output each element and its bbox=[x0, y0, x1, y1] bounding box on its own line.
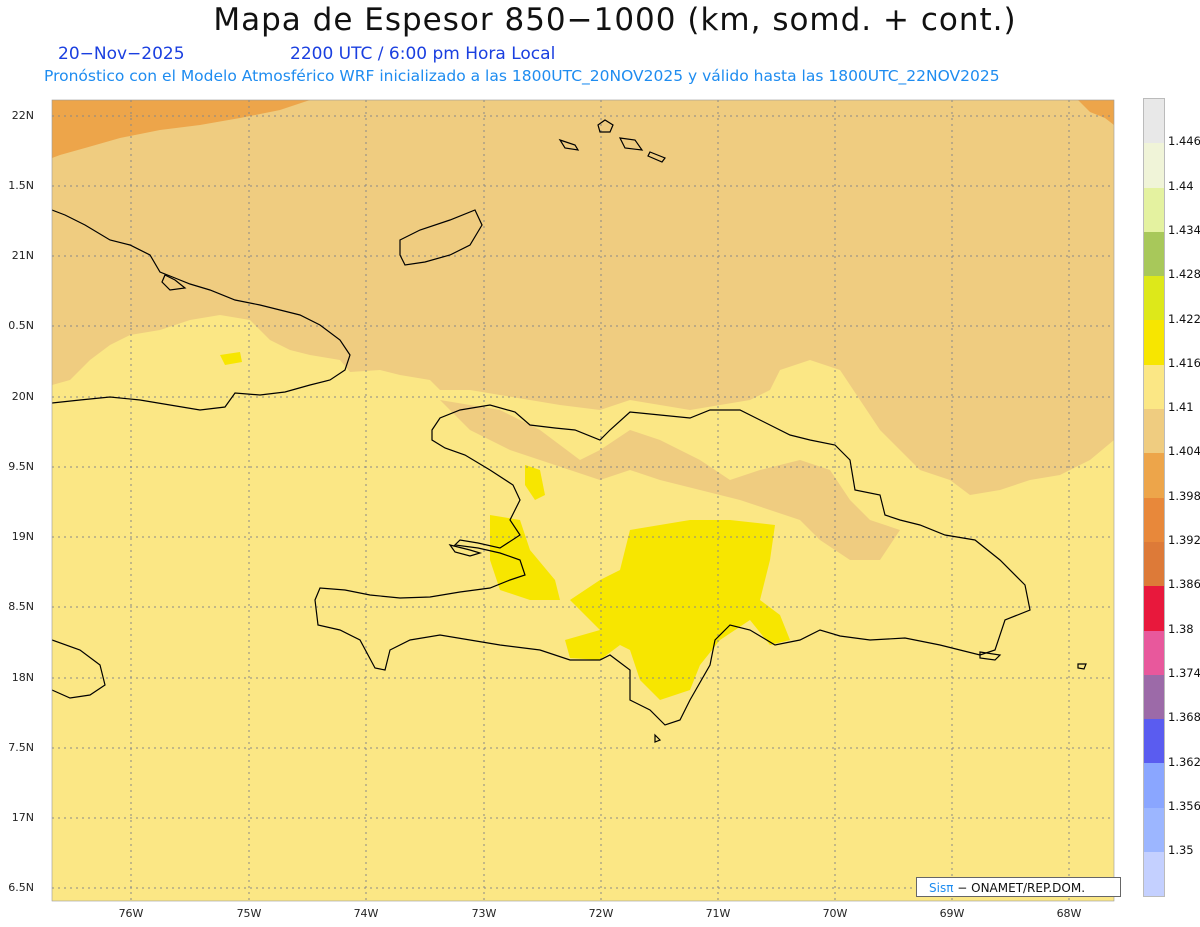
lon-label: 69W bbox=[939, 907, 965, 920]
colorbar-label: 1.446 bbox=[1168, 134, 1200, 149]
colorbar-label: 1.428 bbox=[1168, 267, 1200, 282]
colorbar-box bbox=[1144, 143, 1164, 188]
colorbar-box bbox=[1144, 497, 1164, 542]
colorbar-label: 1.35 bbox=[1168, 843, 1194, 858]
colorbar-label: 1.434 bbox=[1168, 222, 1200, 237]
lat-label: 0.5N bbox=[8, 319, 34, 332]
colorbar-box bbox=[1144, 630, 1164, 675]
lon-label: 71W bbox=[705, 907, 731, 920]
colorbar-box bbox=[1144, 586, 1164, 631]
colorbar bbox=[1143, 98, 1165, 898]
colorbar-label: 1.368 bbox=[1168, 710, 1200, 725]
colorbar-label: 1.41 bbox=[1168, 400, 1194, 415]
colorbar-label: 1.404 bbox=[1168, 444, 1200, 459]
colorbar-label: 1.38 bbox=[1168, 621, 1194, 636]
colorbar-box bbox=[1144, 541, 1164, 587]
colorbar-label: 1.44 bbox=[1168, 178, 1194, 193]
lat-label: 18N bbox=[11, 671, 34, 684]
lat-label: 19N bbox=[11, 530, 34, 543]
lat-label: 22N bbox=[11, 109, 34, 122]
lon-label: 70W bbox=[822, 907, 848, 920]
lat-label: 8.5N bbox=[8, 600, 34, 613]
colorbar-box bbox=[1144, 187, 1164, 232]
colorbar-label: 1.422 bbox=[1168, 311, 1200, 326]
colorbar-box bbox=[1144, 763, 1164, 808]
colorbar-box bbox=[1144, 276, 1164, 321]
colorbar-box bbox=[1144, 364, 1164, 410]
lon-label: 72W bbox=[588, 907, 614, 920]
colorbar-box bbox=[1144, 409, 1164, 454]
lat-label: 7.5N bbox=[8, 741, 34, 754]
lat-label: 6.5N bbox=[8, 881, 34, 894]
credit-text: − ONAMET/REP.DOM. bbox=[953, 881, 1086, 895]
colorbar-box bbox=[1144, 807, 1164, 853]
colorbar-box bbox=[1144, 320, 1164, 365]
lat-label: 17N bbox=[11, 811, 34, 824]
lon-label: 68W bbox=[1056, 907, 1082, 920]
credit-box: Sisπ − ONAMET/REP.DOM. bbox=[916, 877, 1121, 897]
colorbar-box bbox=[1144, 231, 1164, 277]
colorbar-label: 1.386 bbox=[1168, 577, 1200, 592]
colorbar-label: 1.398 bbox=[1168, 488, 1200, 503]
lon-label: 73W bbox=[471, 907, 497, 920]
colorbar-label: 1.374 bbox=[1168, 665, 1200, 680]
lon-label: 75W bbox=[236, 907, 262, 920]
colorbar-box bbox=[1144, 99, 1164, 144]
colorbar-box bbox=[1144, 852, 1164, 897]
colorbar-label: 1.416 bbox=[1168, 355, 1200, 370]
colorbar-box bbox=[1144, 453, 1164, 498]
lon-label: 76W bbox=[118, 907, 144, 920]
lat-label: 9.5N bbox=[8, 460, 34, 473]
colorbar-label: 1.356 bbox=[1168, 798, 1200, 813]
colorbar-box bbox=[1144, 674, 1164, 720]
colorbar-label: 1.362 bbox=[1168, 754, 1200, 769]
lat-label: 1.5N bbox=[8, 179, 34, 192]
lon-label: 74W bbox=[353, 907, 379, 920]
colorbar-label: 1.392 bbox=[1168, 533, 1200, 547]
lat-label: 20N bbox=[11, 390, 34, 403]
lat-label: 21N bbox=[11, 249, 34, 262]
credit-brand: Sisπ bbox=[929, 881, 954, 895]
colorbar-box bbox=[1144, 719, 1164, 764]
thickness-map bbox=[51, 99, 1115, 902]
